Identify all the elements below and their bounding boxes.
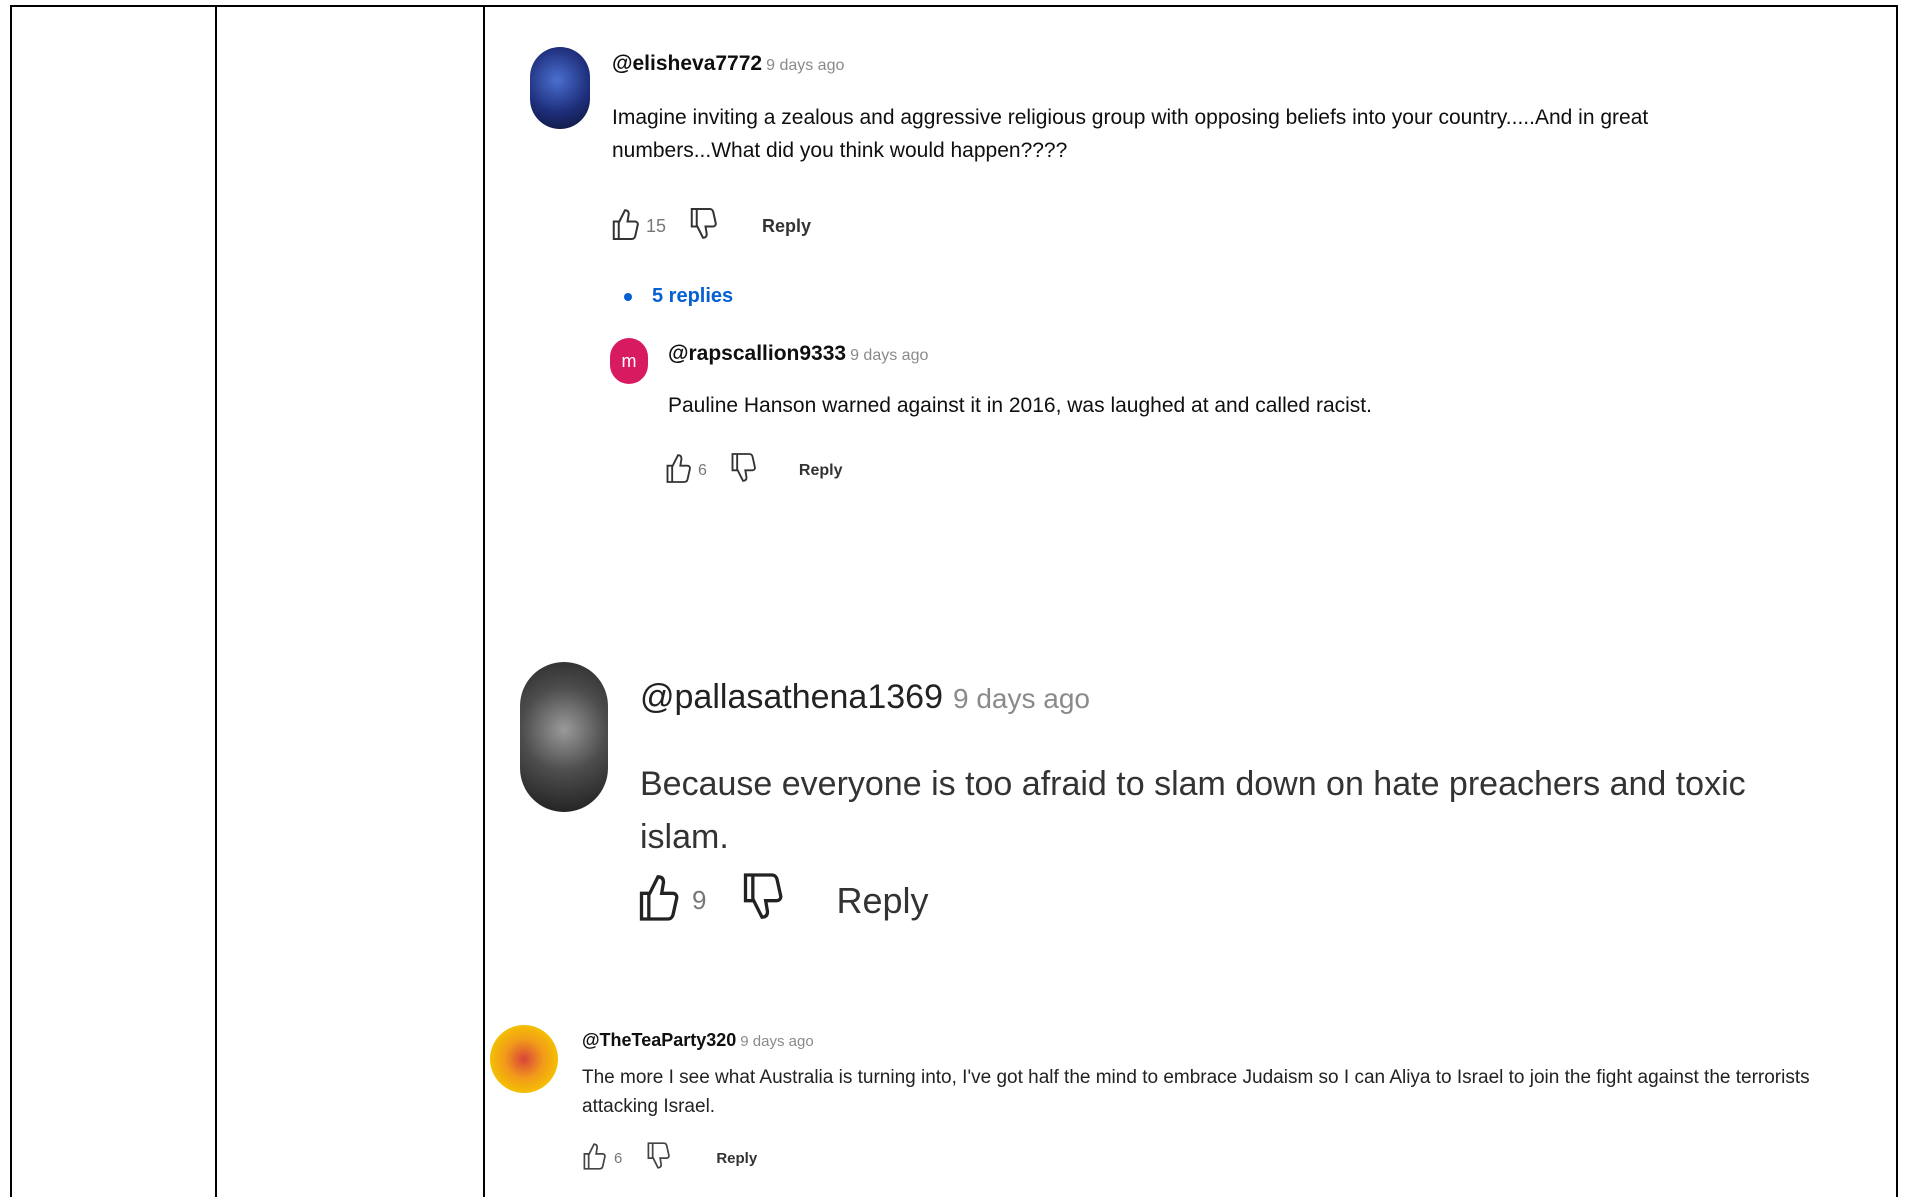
reply-button[interactable]: Reply	[799, 462, 843, 480]
table-col-divider-2	[483, 5, 485, 1197]
dislike-icon[interactable]	[729, 450, 757, 491]
dislike-icon[interactable]	[688, 205, 718, 248]
table-top-border	[10, 5, 1898, 7]
expand-icon	[624, 292, 632, 301]
comment-text: The more I see what Australia is turning…	[582, 1067, 1810, 1118]
comment-author[interactable]: @pallasathena1369 9 days ago	[640, 678, 1090, 717]
comment-text: Pauline Hanson warned against it in 2016…	[668, 394, 1372, 417]
comment-timestamp: 9 days ago	[766, 57, 845, 74]
reply-button[interactable]: Reply	[716, 1150, 757, 1167]
comment-text: Imagine inviting a zealous and aggressiv…	[612, 106, 1649, 162]
table-col-divider-1	[215, 5, 217, 1197]
comment-timestamp: 9 days ago	[850, 347, 929, 364]
comment-actions: 9 Reply	[636, 865, 929, 936]
table-left-border	[10, 5, 12, 1197]
avatar[interactable]	[520, 662, 608, 812]
avatar[interactable]	[490, 1025, 558, 1093]
comment-author[interactable]: @TheTeaParty320 9 days ago	[582, 1030, 814, 1051]
replies-label: 5 replies	[652, 285, 734, 307]
comment-timestamp: 9 days ago	[740, 1033, 814, 1050]
comment-actions: 15 Reply	[610, 205, 811, 248]
dislike-icon[interactable]	[644, 1140, 672, 1176]
comment-timestamp: 9 days ago	[952, 683, 1090, 714]
reply-button[interactable]: Reply	[836, 880, 928, 922]
comment-actions: 6 Reply	[580, 1140, 757, 1176]
author-handle[interactable]: @rapscallion9333	[668, 342, 846, 365]
avatar[interactable]: m	[610, 338, 648, 384]
like-icon[interactable]	[664, 450, 692, 491]
avatar-letter: m	[621, 350, 637, 371]
like-count: 9	[692, 885, 707, 915]
table-right-border	[1896, 5, 1898, 1197]
like-count: 6	[614, 1149, 623, 1167]
comment-author[interactable]: @elisheva7772 9 days ago	[612, 52, 844, 76]
comment-actions: 6 Reply	[664, 450, 842, 491]
like-count: 6	[698, 461, 707, 479]
avatar[interactable]	[530, 47, 590, 129]
reply-button[interactable]: Reply	[762, 216, 811, 237]
view-replies-button[interactable]: 5 replies	[624, 285, 733, 308]
author-handle[interactable]: @pallasathena1369	[640, 678, 943, 716]
dislike-icon[interactable]	[740, 865, 784, 936]
like-icon[interactable]	[610, 205, 640, 248]
comment-author[interactable]: @rapscallion9333 9 days ago	[668, 342, 928, 366]
like-icon[interactable]	[580, 1140, 608, 1176]
author-handle[interactable]: @elisheva7772	[612, 52, 762, 75]
author-handle[interactable]: @TheTeaParty320	[582, 1030, 736, 1050]
like-count: 15	[646, 216, 667, 236]
like-icon[interactable]	[636, 865, 680, 936]
comment-text: Because everyone is too afraid to slam d…	[640, 765, 1746, 856]
